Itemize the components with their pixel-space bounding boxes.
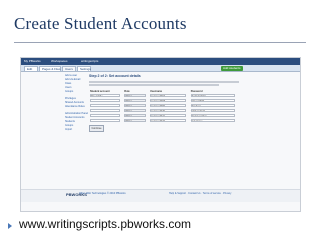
password-field[interactable]: gfgoat1820 xyxy=(190,99,235,102)
instructions-line xyxy=(89,81,239,83)
accounts-table: Student account Role Username Password H… xyxy=(89,89,239,123)
table-cell: pdenlulea xyxy=(190,118,239,123)
account-field[interactable] xyxy=(90,99,120,102)
sidebar-item[interactable]: Users xyxy=(65,86,87,89)
password-field[interactable]: frodinfo2010 xyxy=(190,94,235,97)
username-field[interactable]: petrana3467 xyxy=(149,94,186,97)
my-pbworks-link[interactable]: My PBworks xyxy=(24,59,41,63)
sidebar-item[interactable]: Administration Panel xyxy=(65,112,88,115)
tab-edit[interactable]: Edit xyxy=(24,66,38,71)
account-field[interactable] xyxy=(90,109,120,112)
step-title: Step 2 of 2: Set account details xyxy=(89,74,141,78)
footer-links[interactable]: Other Web Technologies © 2010 PBworks xyxy=(79,192,126,195)
sidebar-item[interactable]: Attendance Roles xyxy=(65,105,87,108)
sidebar-item[interactable]: Add a user xyxy=(65,74,87,77)
username-field[interactable]: petrana3470 xyxy=(149,109,186,112)
password-field[interactable]: rhw7ncs xyxy=(190,104,235,107)
workspace-url[interactable]: www.writingscripts.pbworks.com xyxy=(19,217,191,231)
title-divider xyxy=(14,42,306,43)
sidebar-item[interactable]: Groups xyxy=(65,124,87,127)
embedded-screenshot: My PBworks Workspaces writingscripts Edi… xyxy=(20,57,301,212)
tab-pages-files[interactable]: Pages & Files xyxy=(39,66,61,71)
role-select[interactable]: Writer xyxy=(124,114,147,117)
sidebar-item[interactable]: Privileges xyxy=(65,97,87,100)
sidebar-item[interactable]: Students xyxy=(65,120,87,123)
password-field[interactable]: lingtovemlitns xyxy=(190,114,235,117)
add-students-button[interactable]: Add students xyxy=(221,66,243,71)
continue-button[interactable]: Continue xyxy=(89,125,104,132)
sidebar-item[interactable]: Groups xyxy=(65,90,87,93)
account-field[interactable]: Hoc Chillu xyxy=(90,94,120,97)
account-field[interactable] xyxy=(90,119,120,122)
table-row: Writer petrana3472 pdenlulea xyxy=(89,118,239,123)
workspaces-link[interactable]: Workspaces xyxy=(51,59,67,63)
table-cell xyxy=(89,118,123,123)
account-field[interactable] xyxy=(90,104,120,107)
instructions-line xyxy=(89,84,219,86)
username-field[interactable]: petrana3469 xyxy=(149,104,186,107)
workspace-name: writingscripts xyxy=(81,59,99,63)
table-cell: Writer xyxy=(123,118,149,123)
sidebar-item[interactable]: Class xyxy=(65,82,87,85)
role-select[interactable]: Writer xyxy=(124,99,147,102)
main-content: Step 2 of 2: Set account details Student… xyxy=(89,74,249,132)
footer-support-links[interactable]: Help & Support · Contact Us · Terms of s… xyxy=(169,192,231,195)
slide-title: Create Student Accounts xyxy=(14,14,187,33)
footer: PBWORKS Other Web Technologies © 2010 PB… xyxy=(21,189,300,202)
tab-users[interactable]: Users xyxy=(62,66,76,71)
role-select[interactable]: Writer xyxy=(124,94,147,97)
tab-bar: Edit Pages & Files Users Settings xyxy=(21,65,300,72)
account-field[interactable] xyxy=(90,114,120,117)
sidebar-item[interactable]: Shared Accounts xyxy=(65,101,87,104)
role-select[interactable]: Writer xyxy=(124,119,147,122)
role-select[interactable]: Writer xyxy=(124,109,147,112)
username-field[interactable]: petrana3471 xyxy=(149,114,186,117)
password-field[interactable]: pdenlulea xyxy=(190,119,235,122)
sidebar-item[interactable]: Student Accounts xyxy=(65,116,87,119)
sidebar: Add a user Add via Email Class Users Groups P… xyxy=(65,74,88,132)
top-navigation-bar: My PBworks Workspaces writingscripts xyxy=(21,58,300,65)
username-field[interactable]: petrana3472 xyxy=(149,119,186,122)
tab-settings[interactable]: Settings xyxy=(77,66,91,71)
role-select[interactable]: Writer xyxy=(124,104,147,107)
bullet-arrow-icon xyxy=(8,223,12,229)
sidebar-item[interactable]: Import xyxy=(65,128,87,131)
username-field[interactable]: petrana3468 xyxy=(149,99,186,102)
table-cell: petrana3472 xyxy=(149,118,190,123)
password-field[interactable]: jolldyvnbtn6 xyxy=(190,109,235,112)
sidebar-item[interactable]: Add via Email xyxy=(65,78,87,81)
